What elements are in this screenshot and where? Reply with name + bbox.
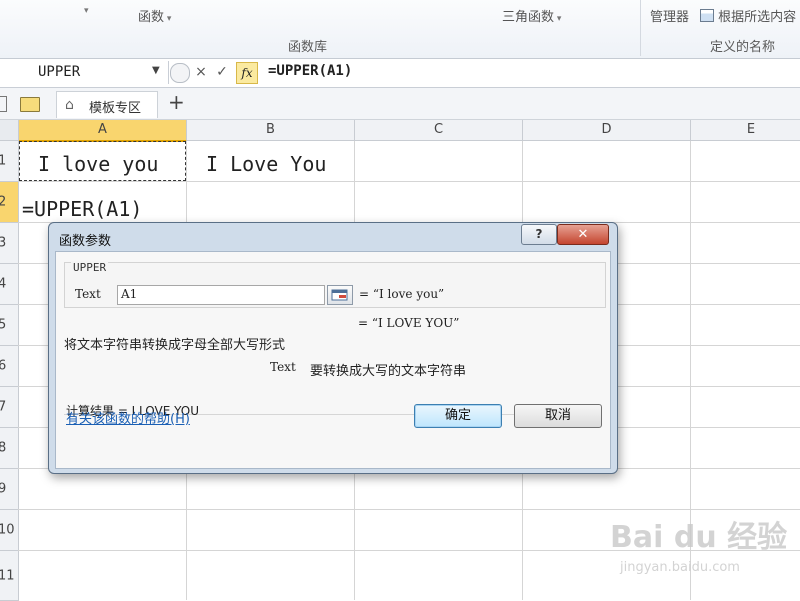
column-header-e[interactable]: E (691, 120, 800, 141)
row-header-1[interactable]: 1 (0, 141, 19, 182)
cell-a2[interactable]: =UPPER(A1) (22, 197, 142, 221)
formula-bar: UPPER ▼ × ✓ fx =UPPER(A1) (0, 59, 800, 88)
select-all-corner[interactable] (0, 120, 19, 141)
column-header-d[interactable]: D (523, 120, 691, 141)
create-from-selection-button[interactable]: 根据所选内容 (700, 6, 796, 25)
group-label-defined-names: 定义的名称 (710, 40, 776, 55)
insert-function-icon[interactable]: fx (236, 62, 258, 84)
range-select-icon (331, 289, 348, 301)
ribbon: 函数 ▾ ▾ 三角函数 ▾ 管理器 根据所选内容 函数库 定义的名称 (0, 0, 800, 59)
column-header-c[interactable]: C (355, 120, 523, 141)
row-header-9[interactable]: 9 (0, 469, 19, 510)
home-icon: ⌂ (65, 97, 74, 113)
name-manager-button[interactable]: 管理器 (650, 6, 689, 25)
folder-icon[interactable] (20, 97, 40, 112)
help-icon[interactable]: ? (521, 224, 557, 245)
close-icon[interactable]: ✕ (557, 224, 609, 245)
row-header-6[interactable]: 6 (0, 346, 19, 387)
chevron-down-icon[interactable]: ▾ (84, 6, 89, 16)
table-icon (700, 9, 714, 22)
arg-help-label: Text (270, 360, 296, 374)
text-argument-input[interactable]: A1 (117, 285, 325, 305)
grid-line (18, 509, 800, 510)
column-header-a[interactable]: A (19, 120, 187, 142)
cell-b1[interactable]: I Love You (206, 152, 326, 176)
cancel-icon[interactable]: × (192, 62, 210, 82)
watermark-url: jingyan.baidu.com (620, 560, 740, 575)
baidu-watermark-logo: Bai du 经验 (610, 520, 788, 555)
chevron-down-icon[interactable]: ▼ (152, 65, 160, 76)
expand-handle-icon[interactable] (170, 63, 190, 83)
row-header-2[interactable]: 2 (0, 182, 19, 223)
add-tab-icon[interactable]: + (168, 90, 185, 114)
formula-input[interactable]: =UPPER(A1) (268, 63, 352, 79)
arg-help-text: 要转换成大写的文本字符串 (310, 364, 467, 379)
function-arguments-dialog: 函数参数 ? ✕ UPPER Text A1 = “I love you” = … (48, 222, 618, 474)
row-header-7[interactable]: 7 (0, 387, 19, 428)
row-header-10[interactable]: 10 (0, 510, 19, 551)
name-box[interactable]: UPPER ▼ (0, 61, 169, 84)
result-preview: = “I LOVE YOU” (358, 316, 460, 330)
row-header-8[interactable]: 8 (0, 428, 19, 469)
row-header-4[interactable]: 4 (0, 264, 19, 305)
column-header-b[interactable]: B (187, 120, 355, 141)
arg-label: Text (75, 287, 101, 301)
arguments-group: UPPER Text A1 = “I love you” (64, 261, 606, 308)
collapse-dialog-icon[interactable] (327, 285, 353, 305)
dialog-body: UPPER Text A1 = “I love you” = “I LOVE Y… (55, 251, 611, 469)
ribbon-separator (640, 0, 641, 56)
chevron-down-icon: ▾ (164, 14, 172, 24)
row-header-11[interactable]: 11 (0, 551, 19, 601)
function-dropdown[interactable]: 函数 ▾ (138, 6, 171, 25)
arg-evaluation: = “I love you” (359, 287, 445, 301)
page-icon[interactable] (0, 96, 7, 112)
tab-template-zone[interactable]: ⌂ 模板专区 (56, 91, 158, 118)
group-label-function-library: 函数库 (288, 40, 328, 55)
grid-line (18, 181, 800, 182)
document-tab-bar: ⌂ 模板专区 + (0, 88, 800, 120)
row-header-3[interactable]: 3 (0, 223, 19, 264)
enter-icon[interactable]: ✓ (213, 62, 231, 82)
chevron-down-icon: ▾ (554, 14, 562, 24)
function-help-link[interactable]: 有关该函数的帮助(H) (66, 408, 190, 427)
trig-function-dropdown[interactable]: 三角函数 ▾ (502, 6, 561, 25)
row-header-5[interactable]: 5 (0, 305, 19, 346)
cancel-button[interactable]: 取消 (514, 404, 602, 428)
function-name: UPPER (71, 261, 109, 274)
dialog-title: 函数参数 (59, 234, 112, 249)
function-description: 将文本字符串转换成字母全部大写形式 (64, 338, 286, 353)
cell-a1[interactable]: I love you (38, 152, 158, 176)
ok-button[interactable]: 确定 (414, 404, 502, 428)
